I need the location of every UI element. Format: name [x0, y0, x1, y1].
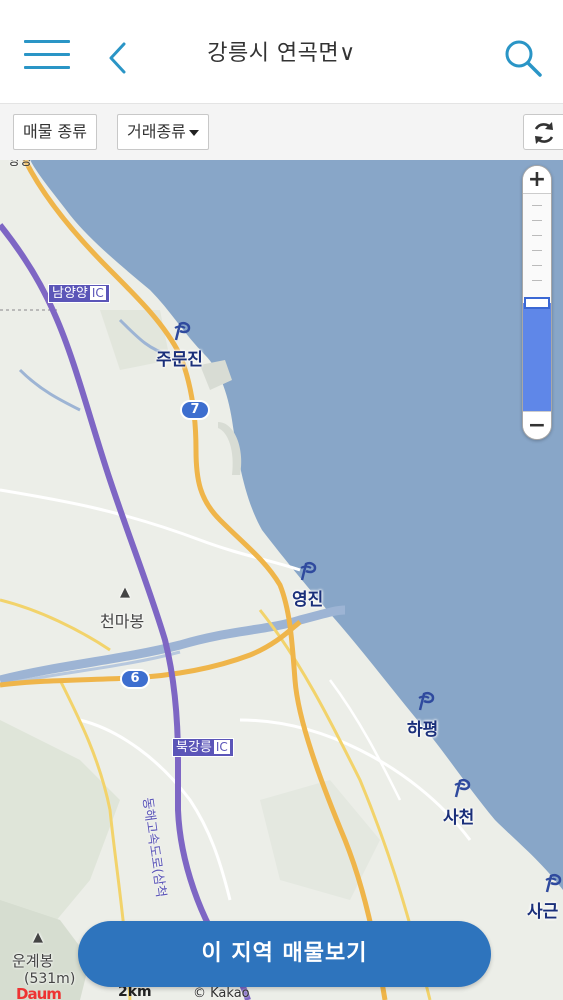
beach-pin-icon[interactable] — [172, 320, 192, 342]
zoom-slider-handle[interactable] — [524, 297, 550, 309]
caret-down-icon — [188, 129, 199, 136]
place-label-sageun: 사근 — [527, 902, 559, 922]
top-header: 강릉시 연곡면∨ — [0, 0, 563, 104]
map-provider-logo: Daum — [16, 985, 62, 1000]
mountain-icon: ▲ — [33, 930, 43, 945]
map-copyright: © Kakao — [193, 986, 250, 1000]
ic-badge: IC — [89, 286, 106, 300]
property-type-label: 매물 종류 — [23, 122, 87, 141]
route-badge-6: 6 — [120, 669, 150, 689]
refresh-icon[interactable] — [523, 114, 563, 150]
place-label-sacheon: 사천 — [443, 808, 475, 828]
interchange-label-bukgangneung: 북강릉 IC — [172, 738, 234, 757]
app-root: 강릉시 연곡면∨ 매물 종류 거래종류 양양 남양양 IC 북강릉 IC 주문진… — [0, 0, 563, 1000]
view-listings-in-area-button[interactable]: 이 지역 매물보기 — [78, 921, 491, 987]
zoom-control: + − — [522, 165, 552, 440]
beach-pin-icon[interactable] — [543, 872, 563, 894]
zoom-slider-track[interactable] — [523, 195, 551, 412]
mountain-label-cheonmabong: 천마봉 — [100, 612, 145, 631]
zoom-out-button[interactable]: − — [523, 411, 551, 439]
deal-type-filter-button[interactable]: 거래종류 — [117, 114, 209, 150]
filter-bar: 매물 종류 거래종류 — [0, 104, 563, 160]
search-icon[interactable] — [500, 36, 546, 82]
property-type-filter-button[interactable]: 매물 종류 — [13, 114, 97, 150]
place-label-yeongjin: 영진 — [292, 590, 324, 610]
route-badge-7: 7 — [180, 400, 210, 420]
map-view[interactable]: 양양 남양양 IC 북강릉 IC 주문진 영진 하평 사천 사근 7 6 ▲ 천마봉… — [0, 160, 563, 1000]
page-title: 강릉시 연곡면∨ — [207, 41, 356, 66]
place-label-hapyeong: 하평 — [407, 720, 439, 740]
mountain-icon: ▲ — [120, 585, 130, 600]
zoom-in-button[interactable]: + — [523, 166, 551, 194]
interchange-name: 남양양 — [52, 286, 88, 301]
zoom-level-fill — [523, 303, 551, 412]
hamburger-menu-icon[interactable] — [24, 38, 72, 74]
beach-pin-icon[interactable] — [452, 777, 472, 799]
region-selector[interactable]: 강릉시 연곡면∨ — [150, 36, 413, 72]
chevron-left-icon[interactable] — [100, 38, 136, 78]
beach-pin-icon[interactable] — [298, 560, 318, 582]
place-label-jumunjin: 주문진 — [156, 350, 203, 370]
map-label-top: 양양 — [8, 160, 32, 169]
beach-pin-icon[interactable] — [416, 690, 436, 712]
ic-badge: IC — [213, 740, 230, 754]
mountain-label-ungyebong: 운계봉 — [12, 952, 54, 970]
deal-type-label: 거래종류 — [127, 122, 186, 141]
interchange-name: 북강릉 — [176, 740, 212, 755]
interchange-label-namyangyang: 남양양 IC — [48, 284, 110, 303]
